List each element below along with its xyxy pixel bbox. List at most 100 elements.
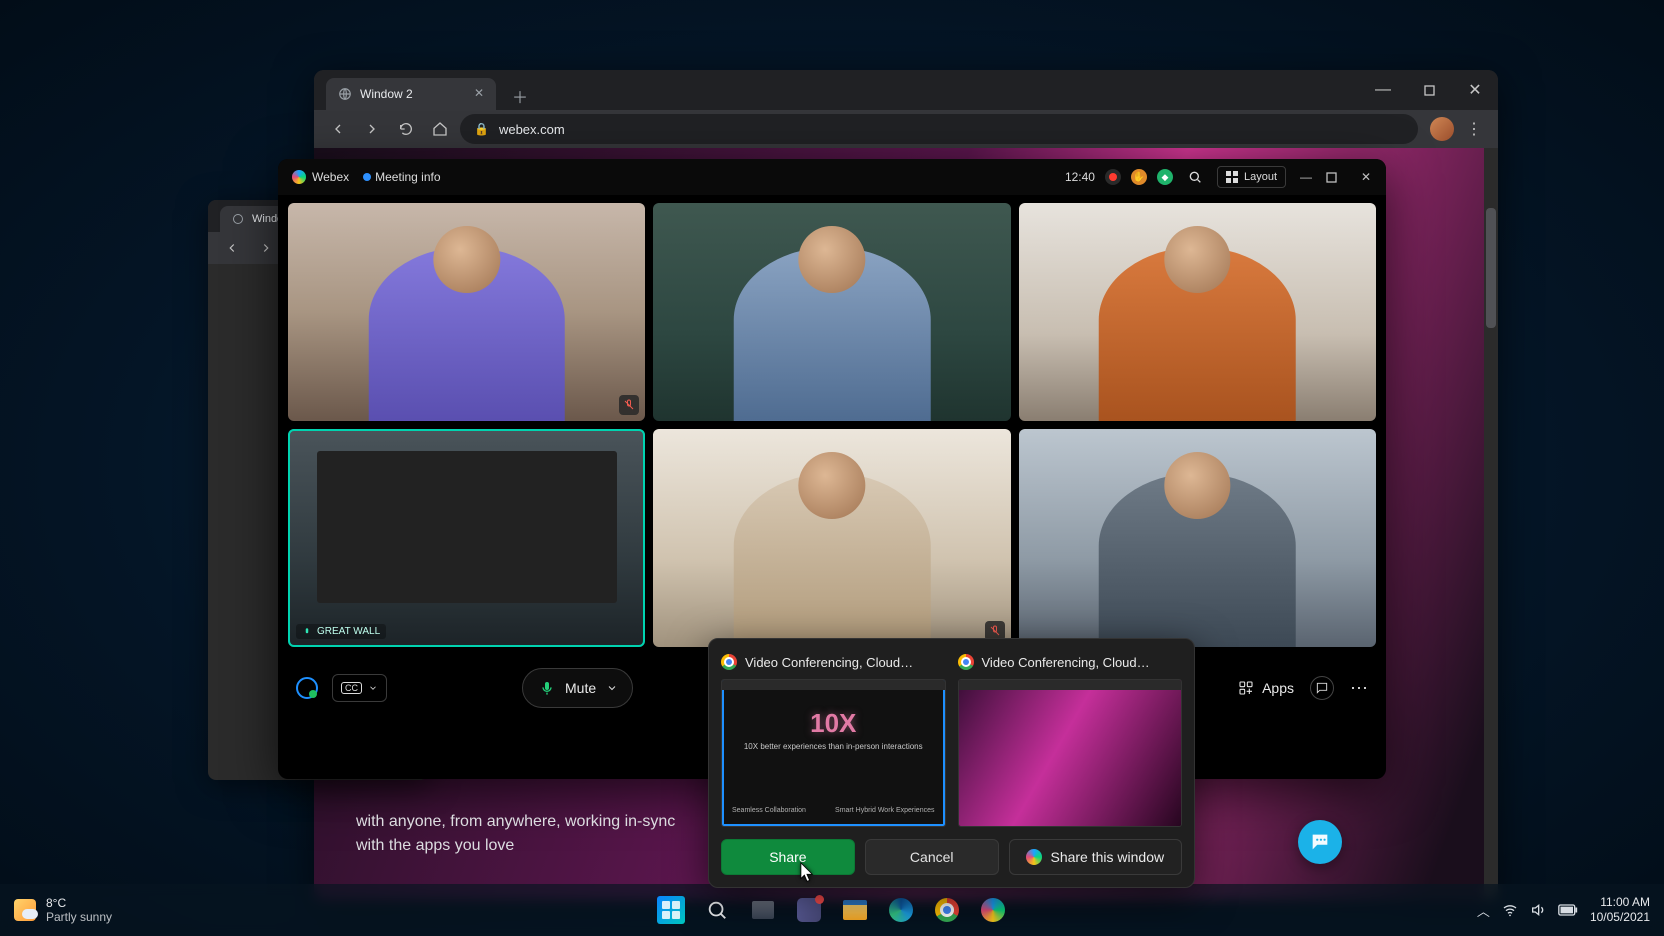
- chevron-down-icon: [606, 682, 618, 694]
- forward-button[interactable]: [358, 115, 386, 143]
- maximize-button[interactable]: [1406, 70, 1452, 110]
- chat-icon[interactable]: [1310, 676, 1334, 700]
- meeting-info-button[interactable]: Meeting info: [363, 170, 440, 184]
- maximize-button[interactable]: [1326, 172, 1346, 183]
- share-option[interactable]: Video Conferencing, Cloud…: [958, 651, 1183, 827]
- captions-button[interactable]: CC: [332, 674, 387, 702]
- participant-tile[interactable]: [1019, 429, 1376, 647]
- layout-label: Layout: [1244, 171, 1277, 183]
- mute-button[interactable]: Mute: [522, 668, 633, 708]
- weather-temp: 8°C: [46, 896, 112, 910]
- search-button[interactable]: [703, 896, 731, 924]
- participant-tile-active[interactable]: GREAT WALL: [288, 429, 645, 647]
- profile-avatar[interactable]: [1430, 117, 1454, 141]
- participant-name-badge: GREAT WALL: [296, 624, 386, 639]
- meeting-info-label: Meeting info: [375, 170, 440, 184]
- weather-icon: [14, 899, 36, 921]
- system-tray[interactable]: ︿ 11:00 AM 10/05/2021: [1477, 895, 1650, 925]
- muted-icon: [619, 395, 639, 415]
- info-dot-icon: [363, 173, 371, 181]
- thumb-caption: Smart Hybrid Work Experiences: [835, 807, 934, 814]
- share-button[interactable]: Share: [721, 839, 855, 875]
- reaction-indicator[interactable]: ✋: [1131, 169, 1147, 185]
- taskbar-weather[interactable]: 8°C Partly sunny: [14, 896, 112, 925]
- globe-icon: [338, 87, 352, 101]
- browser-tab-title: Window 2: [360, 87, 413, 101]
- apps-button[interactable]: Apps: [1238, 680, 1294, 696]
- share-this-window-button[interactable]: Share this window: [1009, 839, 1182, 875]
- wifi-icon[interactable]: [1502, 902, 1518, 918]
- participant-tile[interactable]: [1019, 203, 1376, 421]
- cancel-button[interactable]: Cancel: [865, 839, 999, 875]
- clock-time: 11:00 AM: [1590, 895, 1650, 910]
- grid-icon: [1226, 171, 1238, 183]
- participant-tile[interactable]: [653, 429, 1010, 647]
- minimize-button[interactable]: —: [1360, 70, 1406, 110]
- share-window-label: Share this window: [1050, 849, 1164, 865]
- webex-titlebar: Webex Meeting info 12:40 ✋ ◆ Layout — ✕: [278, 159, 1386, 195]
- thumb-sub: 10X better experiences than in-person in…: [722, 742, 945, 752]
- share-option-title: Video Conferencing, Cloud…: [982, 655, 1150, 670]
- chrome-icon: [958, 654, 974, 670]
- clock-date: 10/05/2021: [1590, 910, 1650, 925]
- browser-tab[interactable]: Window 2 ✕: [326, 78, 496, 110]
- mute-label: Mute: [565, 680, 596, 696]
- url-text: webex.com: [499, 122, 565, 137]
- back-button[interactable]: [218, 234, 246, 262]
- teams-button[interactable]: [795, 896, 823, 924]
- webex-brand: Webex: [292, 170, 349, 184]
- search-icon[interactable]: [1183, 165, 1207, 189]
- page-caption: with anyone, from anywhere, working in-s…: [356, 810, 675, 858]
- chat-bubble-button[interactable]: [1298, 820, 1342, 864]
- lock-icon: 🔒: [474, 122, 489, 136]
- menu-button[interactable]: ⋮: [1460, 115, 1488, 143]
- close-button[interactable]: ✕: [1452, 70, 1498, 110]
- minimize-button[interactable]: —: [1296, 170, 1316, 184]
- address-bar[interactable]: 🔒 webex.com: [460, 114, 1418, 144]
- share-thumbnail[interactable]: 10X 10X better experiences than in-perso…: [721, 679, 946, 827]
- chrome-button[interactable]: [933, 896, 961, 924]
- task-view-button[interactable]: [749, 896, 777, 924]
- weather-desc: Partly sunny: [46, 910, 112, 924]
- mic-icon: [539, 680, 555, 696]
- scrollbar-thumb[interactable]: [1486, 208, 1496, 328]
- share-popover: Video Conferencing, Cloud… 10X 10X bette…: [708, 638, 1195, 888]
- close-icon[interactable]: ✕: [474, 86, 488, 100]
- participant-name: GREAT WALL: [317, 626, 380, 637]
- back-button[interactable]: [324, 115, 352, 143]
- close-button[interactable]: ✕: [1356, 170, 1376, 184]
- participant-tile[interactable]: [288, 203, 645, 421]
- recording-indicator[interactable]: [1105, 169, 1121, 185]
- clock[interactable]: 11:00 AM 10/05/2021: [1590, 895, 1650, 925]
- chevron-up-icon[interactable]: ︿: [1477, 901, 1490, 920]
- chrome-tabbar: Window 2 ✕ ＋ — ✕: [314, 70, 1498, 110]
- edge-button[interactable]: [887, 896, 915, 924]
- chrome-window-controls: — ✕: [1360, 70, 1498, 110]
- share-option[interactable]: Video Conferencing, Cloud… 10X 10X bette…: [721, 651, 946, 827]
- reload-button[interactable]: [392, 115, 420, 143]
- more-button[interactable]: ⋯: [1350, 678, 1370, 699]
- start-button[interactable]: [657, 896, 685, 924]
- battery-icon[interactable]: [1558, 904, 1578, 916]
- self-presence-icon[interactable]: [296, 677, 318, 699]
- new-tab-button[interactable]: ＋: [506, 82, 534, 110]
- participant-tile[interactable]: [653, 203, 1010, 421]
- share-thumbnail[interactable]: [958, 679, 1183, 827]
- taskbar: 8°C Partly sunny ︿ 11:00 AM 10/05/2021: [0, 884, 1664, 936]
- webex-button[interactable]: [979, 896, 1007, 924]
- layout-button[interactable]: Layout: [1217, 166, 1286, 188]
- home-button[interactable]: [426, 115, 454, 143]
- mic-icon: [302, 627, 312, 637]
- webex-logo-icon: [292, 170, 306, 184]
- volume-icon[interactable]: [1530, 902, 1546, 918]
- webex-logo-icon: [1026, 849, 1042, 865]
- network-indicator[interactable]: ◆: [1157, 169, 1173, 185]
- globe-icon: [232, 213, 244, 225]
- scrollbar[interactable]: [1484, 148, 1498, 900]
- forward-button[interactable]: [252, 234, 280, 262]
- thumb-caption: Seamless Collaboration: [732, 807, 806, 814]
- caption-line: with anyone, from anywhere, working in-s…: [356, 810, 675, 834]
- apps-label: Apps: [1262, 680, 1294, 696]
- share-option-title: Video Conferencing, Cloud…: [745, 655, 913, 670]
- file-explorer-button[interactable]: [841, 896, 869, 924]
